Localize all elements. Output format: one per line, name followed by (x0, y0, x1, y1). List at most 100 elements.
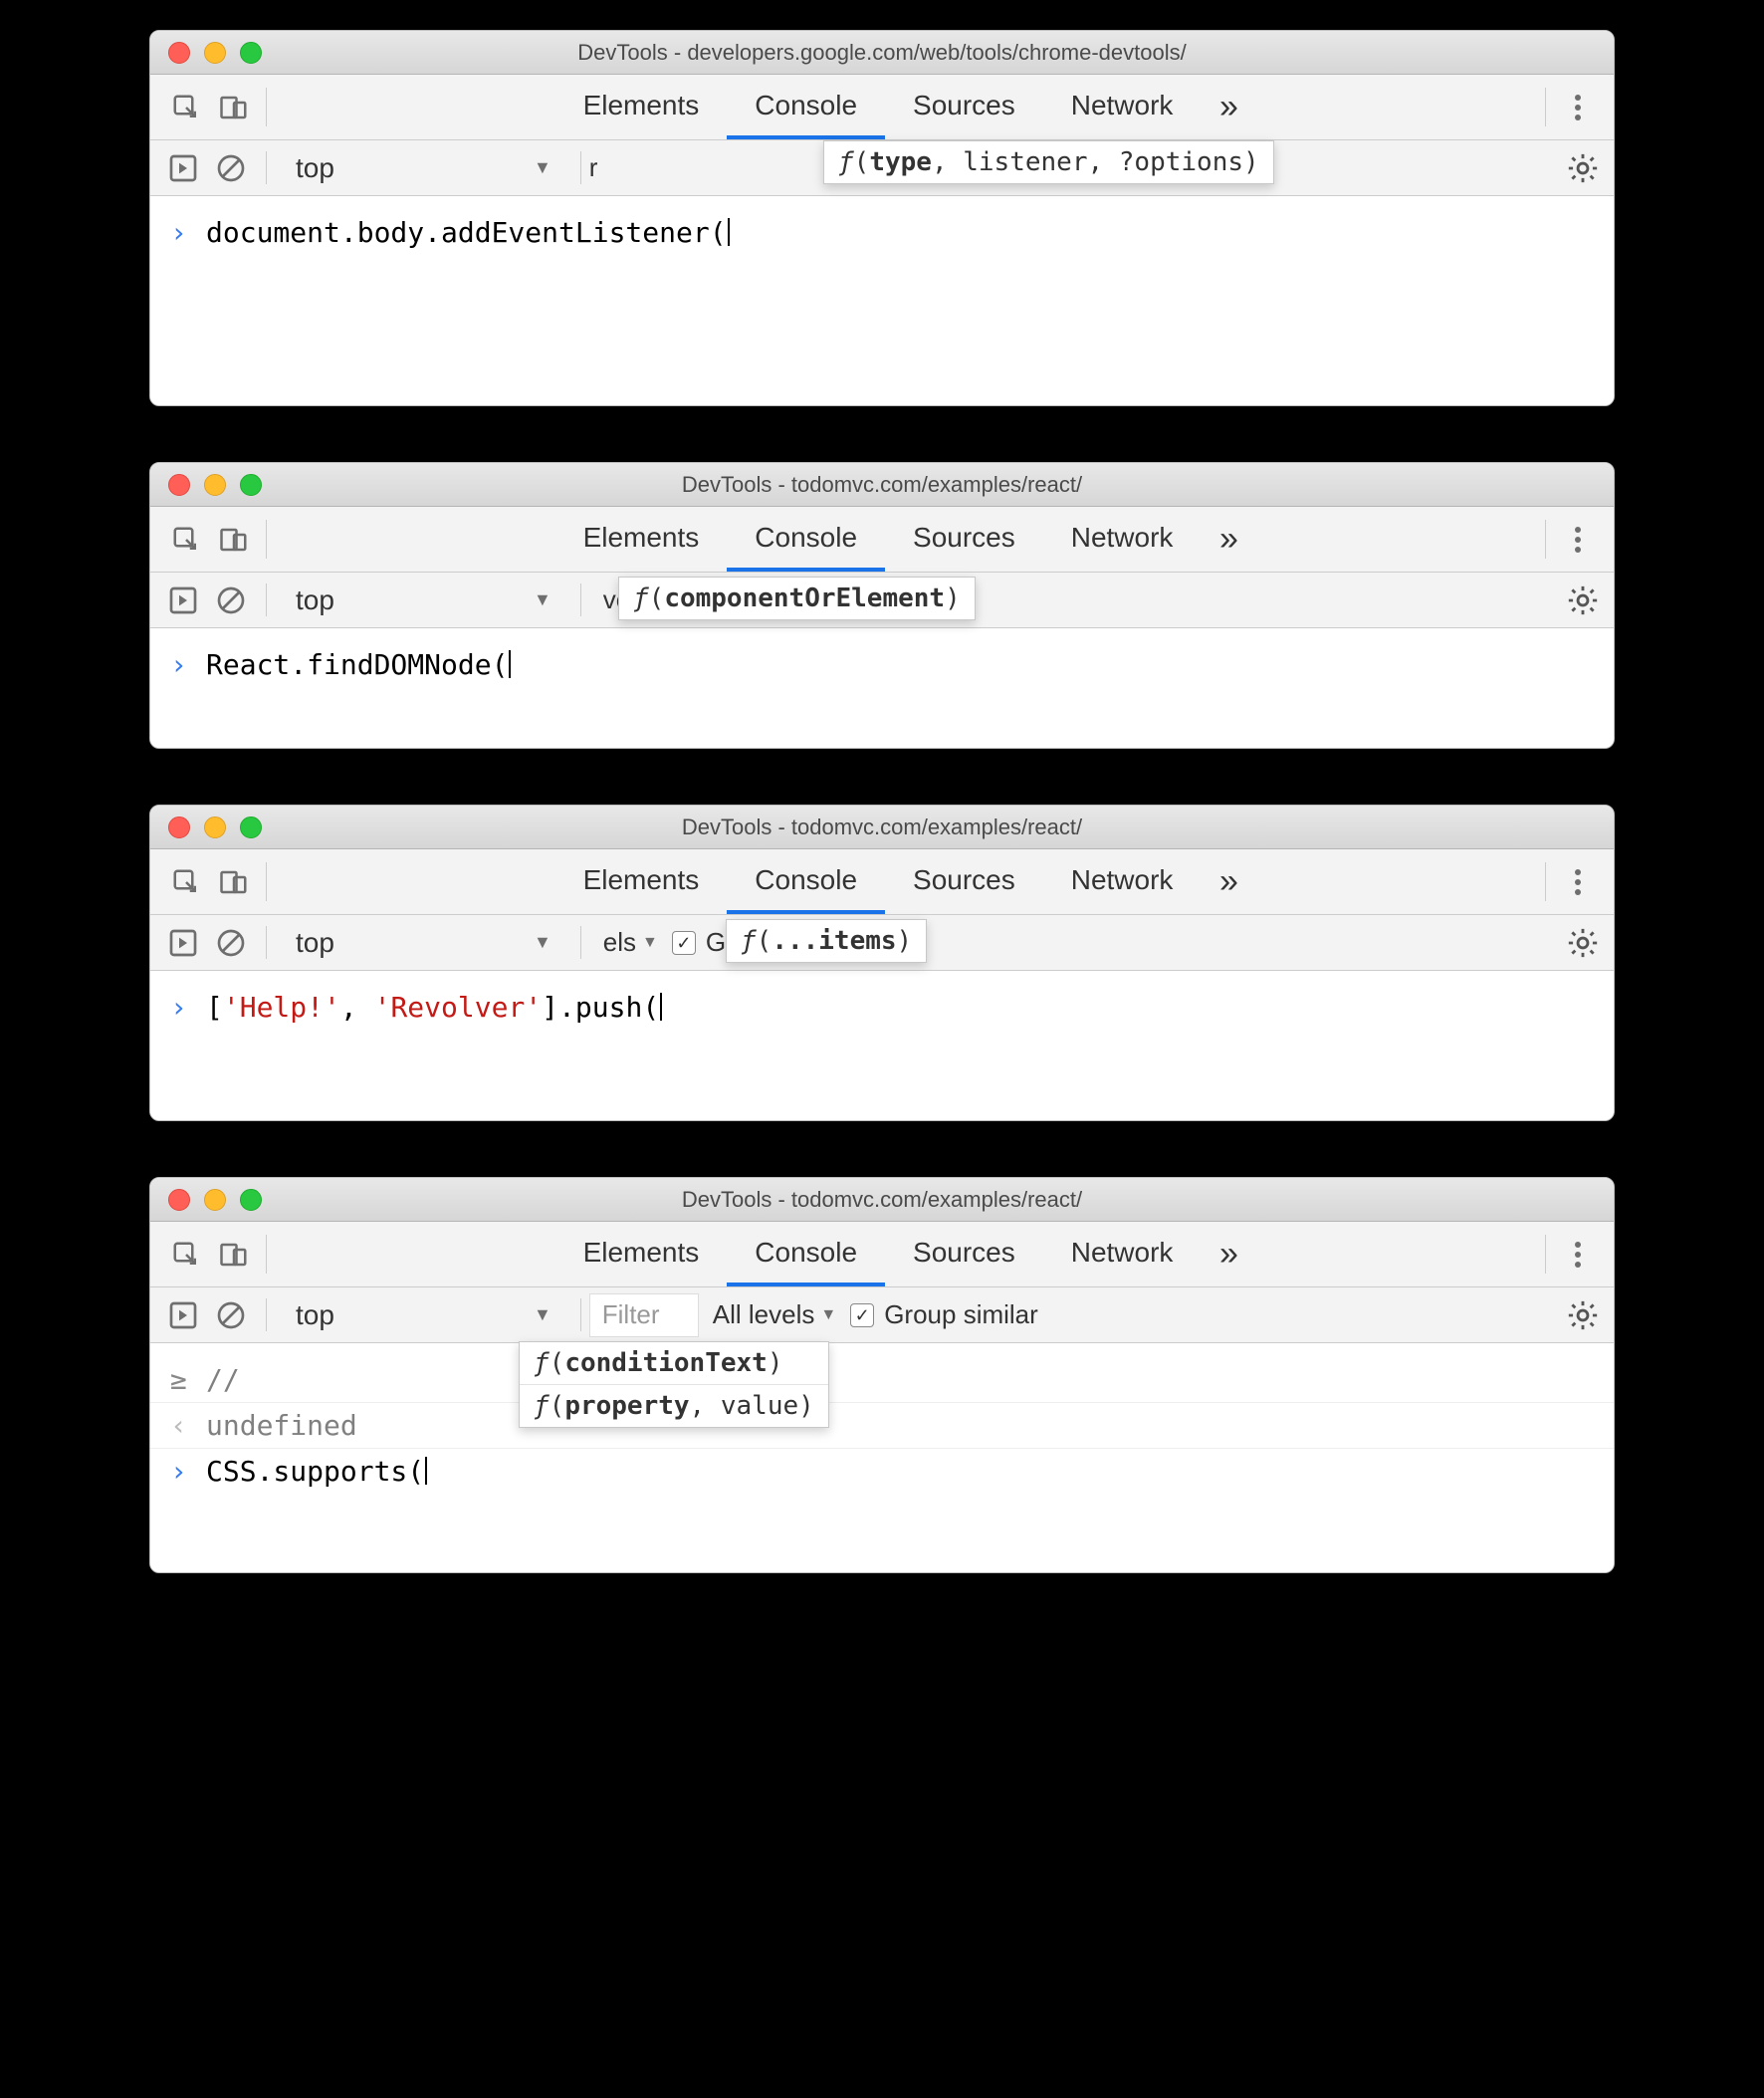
tab-console[interactable]: Console (727, 849, 885, 914)
group-similar-checkbox[interactable] (850, 1303, 874, 1327)
console-body[interactable]: ƒ(...items) › ['Help!', 'Revolver'].push… (150, 971, 1614, 1120)
more-tabs-button[interactable]: » (1201, 507, 1256, 572)
window-title: DevTools - developers.google.com/web/too… (150, 40, 1614, 66)
tab-console[interactable]: Console (727, 1222, 885, 1286)
zoom-window-button[interactable] (240, 474, 262, 496)
kebab-menu-icon[interactable] (1554, 867, 1602, 897)
devtools-tabstrip: Elements Console Sources Network » (150, 507, 1614, 573)
close-window-button[interactable] (168, 474, 190, 496)
clear-console-icon[interactable] (210, 580, 252, 621)
console-gutter-icon: ≥ (170, 1363, 206, 1396)
console-line[interactable]: › document.body.addEventListener( (150, 210, 1614, 255)
show-console-sidebar-icon[interactable] (162, 922, 204, 964)
kebab-menu-icon[interactable] (1554, 93, 1602, 122)
show-console-sidebar-icon[interactable] (162, 580, 204, 621)
tab-network[interactable]: Network (1043, 1222, 1202, 1286)
console-code[interactable]: CSS.supports( (206, 1455, 427, 1488)
console-line[interactable]: ≥ // (150, 1357, 1614, 1403)
console-settings-icon[interactable] (1564, 151, 1602, 185)
divider (266, 88, 267, 126)
tab-elements[interactable]: Elements (555, 507, 728, 572)
console-body[interactable]: ƒ(componentOrElement) › React.findDOMNod… (150, 628, 1614, 748)
more-tabs-button[interactable]: » (1201, 1222, 1256, 1286)
tab-console[interactable]: Console (727, 75, 885, 139)
inspect-icon[interactable] (162, 84, 210, 131)
console-line[interactable]: › CSS.supports( (150, 1449, 1614, 1494)
tab-elements[interactable]: Elements (555, 849, 728, 914)
tab-network[interactable]: Network (1043, 75, 1202, 139)
clear-console-icon[interactable] (210, 1294, 252, 1336)
close-window-button[interactable] (168, 816, 190, 838)
window-title: DevTools - todomvc.com/examples/react/ (150, 815, 1614, 840)
console-code[interactable]: // (206, 1363, 240, 1396)
tab-sources[interactable]: Sources (885, 849, 1043, 914)
divider (1545, 88, 1546, 126)
show-console-sidebar-icon[interactable] (162, 147, 204, 189)
log-levels-dropdown[interactable]: All levels▼ (713, 1299, 836, 1330)
inspect-icon[interactable] (162, 1231, 210, 1279)
divider (1545, 862, 1546, 901)
console-toolbar: top▼ Filter All levels▼ Group similar (150, 1287, 1614, 1343)
minimize-window-button[interactable] (204, 816, 226, 838)
window-titlebar: DevTools - developers.google.com/web/too… (150, 31, 1614, 75)
devtools-tabstrip: Elements Console Sources Network » (150, 1222, 1614, 1287)
execution-context-selector[interactable]: top▼ (275, 579, 572, 622)
filter-input[interactable]: Filter (589, 1293, 699, 1337)
device-toolbar-icon[interactable] (210, 1231, 258, 1279)
more-tabs-button[interactable]: » (1201, 75, 1256, 139)
console-gutter-icon: › (170, 216, 206, 249)
clear-console-icon[interactable] (210, 147, 252, 189)
device-toolbar-icon[interactable] (210, 858, 258, 906)
close-window-button[interactable] (168, 42, 190, 64)
close-window-button[interactable] (168, 1189, 190, 1211)
execution-context-selector[interactable]: top▼ (275, 146, 572, 190)
tab-console[interactable]: Console (727, 507, 885, 572)
tab-sources[interactable]: Sources (885, 507, 1043, 572)
console-line[interactable]: › ['Help!', 'Revolver'].push( (150, 985, 1614, 1030)
execution-context-selector[interactable]: top▼ (275, 921, 572, 965)
minimize-window-button[interactable] (204, 474, 226, 496)
tab-sources[interactable]: Sources (885, 1222, 1043, 1286)
zoom-window-button[interactable] (240, 1189, 262, 1211)
devtools-window: DevTools - todomvc.com/examples/react/ E… (149, 1177, 1615, 1573)
console-body[interactable]: ƒ(type, listener, ?options) › document.b… (150, 196, 1614, 405)
kebab-menu-icon[interactable] (1554, 1240, 1602, 1270)
console-code[interactable]: document.body.addEventListener( (206, 216, 730, 249)
clear-console-icon[interactable] (210, 922, 252, 964)
divider (1545, 1235, 1546, 1274)
console-code[interactable]: React.findDOMNode( (206, 648, 511, 681)
tab-elements[interactable]: Elements (555, 75, 728, 139)
zoom-window-button[interactable] (240, 816, 262, 838)
show-console-sidebar-icon[interactable] (162, 1294, 204, 1336)
more-tabs-button[interactable]: » (1201, 849, 1256, 914)
minimize-window-button[interactable] (204, 42, 226, 64)
execution-context-selector[interactable]: top▼ (275, 1293, 572, 1337)
log-levels-dropdown[interactable]: els▼ (603, 927, 658, 958)
inspect-icon[interactable] (162, 858, 210, 906)
minimize-window-button[interactable] (204, 1189, 226, 1211)
inspect-icon[interactable] (162, 516, 210, 564)
console-body[interactable]: ƒ(conditionText)ƒ(property, value) ≥ // … (150, 1343, 1614, 1572)
device-toolbar-icon[interactable] (210, 84, 258, 131)
group-similar-checkbox[interactable] (672, 931, 696, 955)
devtools-window: DevTools - todomvc.com/examples/react/ E… (149, 805, 1615, 1121)
console-settings-icon[interactable] (1564, 583, 1602, 617)
console-line[interactable]: ‹ undefined (150, 1403, 1614, 1449)
tab-elements[interactable]: Elements (555, 1222, 728, 1286)
signature-tooltip: ƒ(conditionText)ƒ(property, value) (519, 1341, 829, 1428)
devtools-tabstrip: Elements Console Sources Network » (150, 849, 1614, 915)
device-toolbar-icon[interactable] (210, 516, 258, 564)
signature-tooltip: ƒ(...items) (726, 919, 927, 963)
console-line[interactable]: › React.findDOMNode( (150, 642, 1614, 687)
tab-sources[interactable]: Sources (885, 75, 1043, 139)
tab-network[interactable]: Network (1043, 507, 1202, 572)
tab-network[interactable]: Network (1043, 849, 1202, 914)
zoom-window-button[interactable] (240, 42, 262, 64)
kebab-menu-icon[interactable] (1554, 525, 1602, 555)
divider (266, 520, 267, 559)
console-settings-icon[interactable] (1564, 926, 1602, 960)
console-code[interactable]: ['Help!', 'Revolver'].push( (206, 991, 662, 1024)
console-settings-icon[interactable] (1564, 1298, 1602, 1332)
window-titlebar: DevTools - todomvc.com/examples/react/ (150, 1178, 1614, 1222)
console-code[interactable]: undefined (206, 1409, 357, 1442)
